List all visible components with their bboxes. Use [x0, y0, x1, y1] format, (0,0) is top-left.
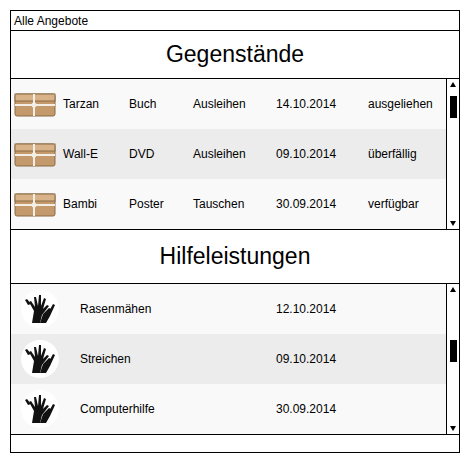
item-action: Ausleihen: [193, 147, 246, 161]
help-name: Streichen: [80, 352, 131, 366]
package-icon: [14, 189, 56, 219]
scroll-thumb[interactable]: [450, 96, 457, 118]
helping-hands-icon: [20, 389, 60, 429]
item-row[interactable]: Tarzan Buch Ausleihen 14.10.2014 ausgeliehen: [11, 79, 446, 129]
scroll-up-icon[interactable]: [450, 287, 456, 292]
item-status: überfällig: [368, 147, 417, 161]
helping-hands-icon: [20, 339, 60, 379]
helping-hands-icon: [20, 289, 60, 329]
item-type: Buch: [129, 97, 156, 111]
help-scrollbar[interactable]: [446, 284, 459, 434]
package-icon: [14, 89, 56, 119]
help-date: 30.09.2014: [276, 402, 336, 416]
item-name: Wall-E: [63, 147, 98, 161]
items-heading: Gegenstände: [11, 31, 459, 79]
scroll-up-icon[interactable]: [450, 82, 456, 87]
package-icon: [14, 139, 56, 169]
help-date: 09.10.2014: [276, 352, 336, 366]
help-date: 12.10.2014: [276, 302, 336, 316]
item-type: DVD: [129, 147, 154, 161]
items-scrollbar[interactable]: [446, 79, 459, 229]
items-list: Tarzan Buch Ausleihen 14.10.2014 ausgeliehen…: [11, 79, 459, 229]
scroll-thumb[interactable]: [450, 340, 457, 362]
help-row[interactable]: Streichen 09.10.2014: [11, 334, 446, 384]
help-list: Rasenmähen 12.10.2014 Streichen 09.10.2014 C…: [11, 284, 459, 434]
help-name: Rasenmähen: [80, 302, 151, 316]
item-status: ausgeliehen: [368, 97, 433, 111]
offers-window: Alle AngeboteGegenstände Tarzan Buch Auslei…: [10, 10, 460, 453]
help-heading: Hilfeleistungen: [11, 229, 459, 284]
item-date: 14.10.2014: [276, 97, 336, 111]
item-type: Poster: [129, 197, 164, 211]
footer-bar: [11, 434, 459, 452]
item-row[interactable]: Bambi Poster Tauschen 30.09.2014 verfügbar: [11, 179, 446, 229]
item-name: Bambi: [63, 197, 97, 211]
scroll-down-icon[interactable]: [450, 426, 456, 431]
page: Alle AngeboteGegenstände Tarzan Buch Auslei…: [0, 0, 470, 463]
item-action: Tauschen: [193, 197, 244, 211]
help-row[interactable]: Rasenmähen 12.10.2014: [11, 284, 446, 334]
item-name: Tarzan: [63, 97, 99, 111]
scroll-down-icon[interactable]: [450, 221, 456, 226]
item-status: verfügbar: [368, 197, 419, 211]
item-row[interactable]: Wall-E DVD Ausleihen 09.10.2014 überfällig: [11, 129, 446, 179]
title-bar: Alle Angebote: [11, 11, 459, 31]
scroll-track[interactable]: [447, 295, 459, 423]
item-action: Ausleihen: [193, 97, 246, 111]
help-name: Computerhilfe: [80, 402, 155, 416]
help-row[interactable]: Computerhilfe 30.09.2014: [11, 384, 446, 434]
scroll-track[interactable]: [447, 90, 459, 218]
item-date: 09.10.2014: [276, 147, 336, 161]
item-date: 30.09.2014: [276, 197, 336, 211]
